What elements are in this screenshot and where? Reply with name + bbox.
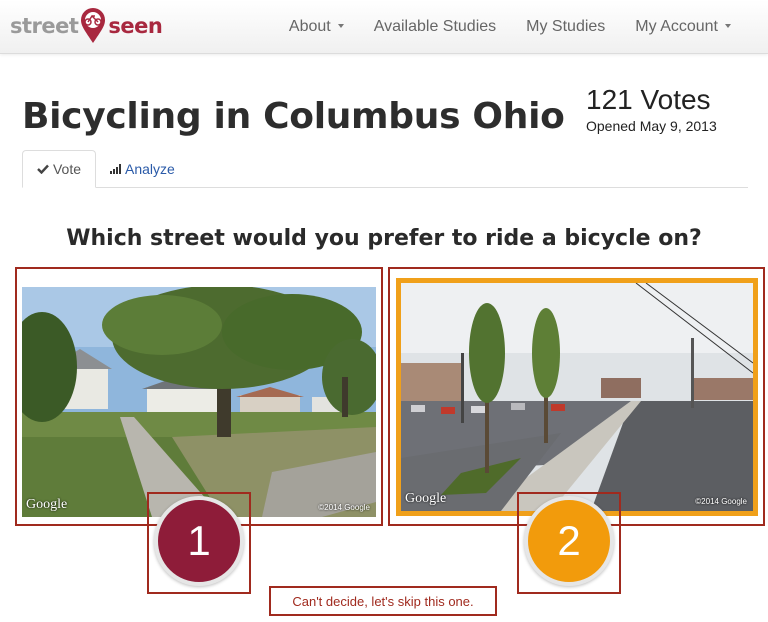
nav-my-studies[interactable]: My Studies <box>511 18 620 36</box>
page-title: Bicycling in Columbus Ohio <box>22 96 565 137</box>
nav-my-account[interactable]: My Account <box>620 18 746 36</box>
vote-option-2-button[interactable]: 2 <box>524 496 614 586</box>
tab-vote[interactable]: Vote <box>22 150 96 188</box>
image-copyright: ©2014 Google <box>318 503 370 512</box>
map-pin-icon <box>81 8 106 43</box>
nav-about[interactable]: About <box>274 18 359 36</box>
check-icon <box>37 164 49 174</box>
tab-vote-label: Vote <box>52 161 82 177</box>
caret-down-icon <box>725 24 731 28</box>
google-watermark: Google <box>26 497 68 512</box>
nav-my-account-label: My Account <box>635 18 718 35</box>
street-photo-1[interactable]: Google ©2014 Google <box>22 287 376 517</box>
vote-count: 121 Votes <box>586 84 711 115</box>
street-photo-1-image <box>22 287 376 517</box>
street-photo-2-image <box>401 283 753 511</box>
bar-chart-icon <box>110 164 121 174</box>
streetseen-logo[interactable]: street seen <box>10 6 163 46</box>
image-copyright: ©2014 Google <box>695 497 747 506</box>
nav-available-studies-label: Available Studies <box>373 18 497 35</box>
study-question: Which street would you prefer to ride a … <box>66 226 702 251</box>
tab-analyze-label: Analyze <box>125 161 175 177</box>
tab-analyze[interactable]: Analyze <box>110 150 175 188</box>
caret-down-icon <box>337 24 344 28</box>
top-navbar: street seen About Available Studies My S… <box>0 0 768 54</box>
logo-text-street: street <box>10 14 79 38</box>
study-tabs: Vote Analyze <box>22 150 748 188</box>
vote-option-1-button[interactable]: 1 <box>154 496 244 586</box>
skip-button[interactable]: Can't decide, let's skip this one. <box>269 586 497 616</box>
google-watermark: Google <box>405 491 447 506</box>
opened-date: Opened May 9, 2013 <box>586 118 717 134</box>
nav-available-studies[interactable]: Available Studies <box>359 18 511 36</box>
street-photo-2[interactable]: Google ©2014 Google <box>396 278 758 516</box>
logo-text-seen: seen <box>108 14 163 38</box>
nav-about-label: About <box>288 18 331 35</box>
nav-my-studies-label: My Studies <box>526 18 606 35</box>
